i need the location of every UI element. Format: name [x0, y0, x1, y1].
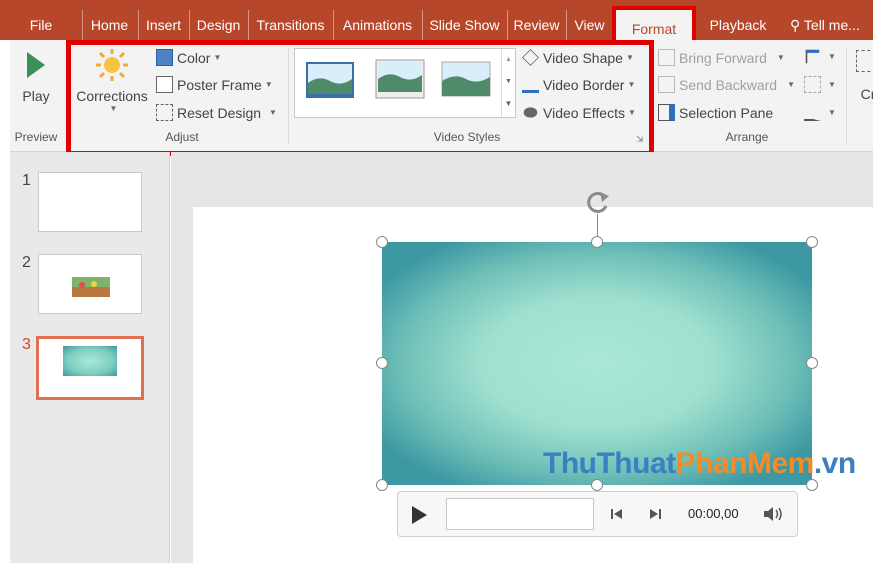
selection-pane-button[interactable]: Selection Pane [658, 104, 773, 121]
resize-handle[interactable] [591, 236, 603, 248]
media-controls: 00:00,00 [397, 491, 798, 537]
tab-view[interactable]: View [566, 10, 612, 40]
tell-me-search[interactable]: ⚲ Tell me... [790, 10, 873, 40]
crop-label: Cr [860, 86, 873, 102]
resize-handle[interactable] [376, 479, 388, 491]
watermark-part: ThuThuat [543, 447, 676, 480]
slide-image [72, 277, 110, 297]
volume-icon[interactable] [762, 505, 784, 523]
play-label: Play [22, 88, 50, 104]
crop-icon [856, 50, 873, 72]
media-time: 00:00,00 [688, 506, 739, 521]
chevron-down-icon: ▼ [828, 108, 836, 117]
watermark-part: PhanMem [675, 447, 815, 480]
chevron-down-icon: ▼ [828, 80, 836, 89]
slide-number: 3 [22, 336, 31, 353]
group-divider [846, 48, 847, 144]
group-icon [804, 76, 821, 93]
preview-group-label: Preview [14, 130, 58, 144]
lightbulb-icon: ⚲ [790, 17, 801, 33]
ribbon-tab-bar: File Home Insert Design Transitions Anim… [0, 0, 873, 40]
tab-playback[interactable]: Playback [700, 10, 776, 40]
chevron-down-icon: ▼ [787, 80, 795, 89]
tab-transitions[interactable]: Transitions [248, 10, 332, 40]
tab-review[interactable]: Review [507, 10, 565, 40]
tab-format[interactable]: Format [612, 6, 696, 40]
media-progress-bar[interactable] [446, 498, 594, 530]
send-backward-button[interactable]: Send Backward ▼ [658, 76, 795, 93]
play-icon[interactable] [410, 505, 428, 525]
tab-design[interactable]: Design [189, 10, 247, 40]
step-forward-icon[interactable] [648, 507, 662, 521]
resize-handle[interactable] [806, 236, 818, 248]
tab-animations[interactable]: Animations [333, 10, 421, 40]
play-icon [27, 52, 45, 78]
slide-thumbnail-panel: 1 2 3 [10, 152, 170, 563]
watermark-part: .vn [813, 447, 856, 480]
group-button[interactable]: ▼ [804, 76, 836, 93]
video-placeholder-mini [63, 346, 117, 376]
play-button[interactable]: Play [18, 50, 54, 104]
align-button[interactable]: ▼ [804, 48, 836, 65]
step-back-icon[interactable] [610, 507, 624, 521]
send-backward-icon [658, 76, 675, 93]
slide-thumbnail[interactable] [38, 172, 142, 232]
slide-thumbnail-selected[interactable] [36, 336, 144, 400]
slide-number: 1 [22, 172, 31, 189]
crop-button[interactable]: Cr [856, 50, 873, 102]
tab-slide-show[interactable]: Slide Show [422, 10, 506, 40]
bring-forward-button[interactable]: Bring Forward ▼ [658, 49, 785, 66]
bring-forward-icon [658, 49, 675, 66]
send-backward-label: Send Backward [679, 76, 778, 93]
chevron-down-icon: ▼ [776, 53, 785, 62]
selection-pane-icon [658, 104, 675, 121]
slide-number: 2 [22, 254, 31, 271]
highlight-box [66, 40, 654, 156]
slide-thumbnail[interactable] [38, 254, 142, 314]
rotate-handle-icon[interactable] [584, 190, 612, 216]
rotate-button[interactable]: ▼ [804, 104, 836, 121]
resize-handle[interactable] [376, 236, 388, 248]
rotate-icon [804, 104, 821, 121]
arrange-group-label: Arrange [725, 130, 769, 144]
chevron-down-icon: ▼ [828, 52, 836, 61]
tell-me-label: Tell me... [803, 17, 860, 33]
bring-forward-label: Bring Forward [679, 49, 767, 66]
tab-home[interactable]: Home [82, 10, 136, 40]
align-icon [805, 49, 820, 64]
watermark: ThuThuatPhanMem.vn [543, 447, 856, 481]
selection-pane-label: Selection Pane [679, 104, 774, 121]
tab-insert[interactable]: Insert [138, 10, 188, 40]
tab-file[interactable]: File [10, 10, 72, 40]
resize-handle[interactable] [376, 357, 388, 369]
resize-handle[interactable] [806, 357, 818, 369]
